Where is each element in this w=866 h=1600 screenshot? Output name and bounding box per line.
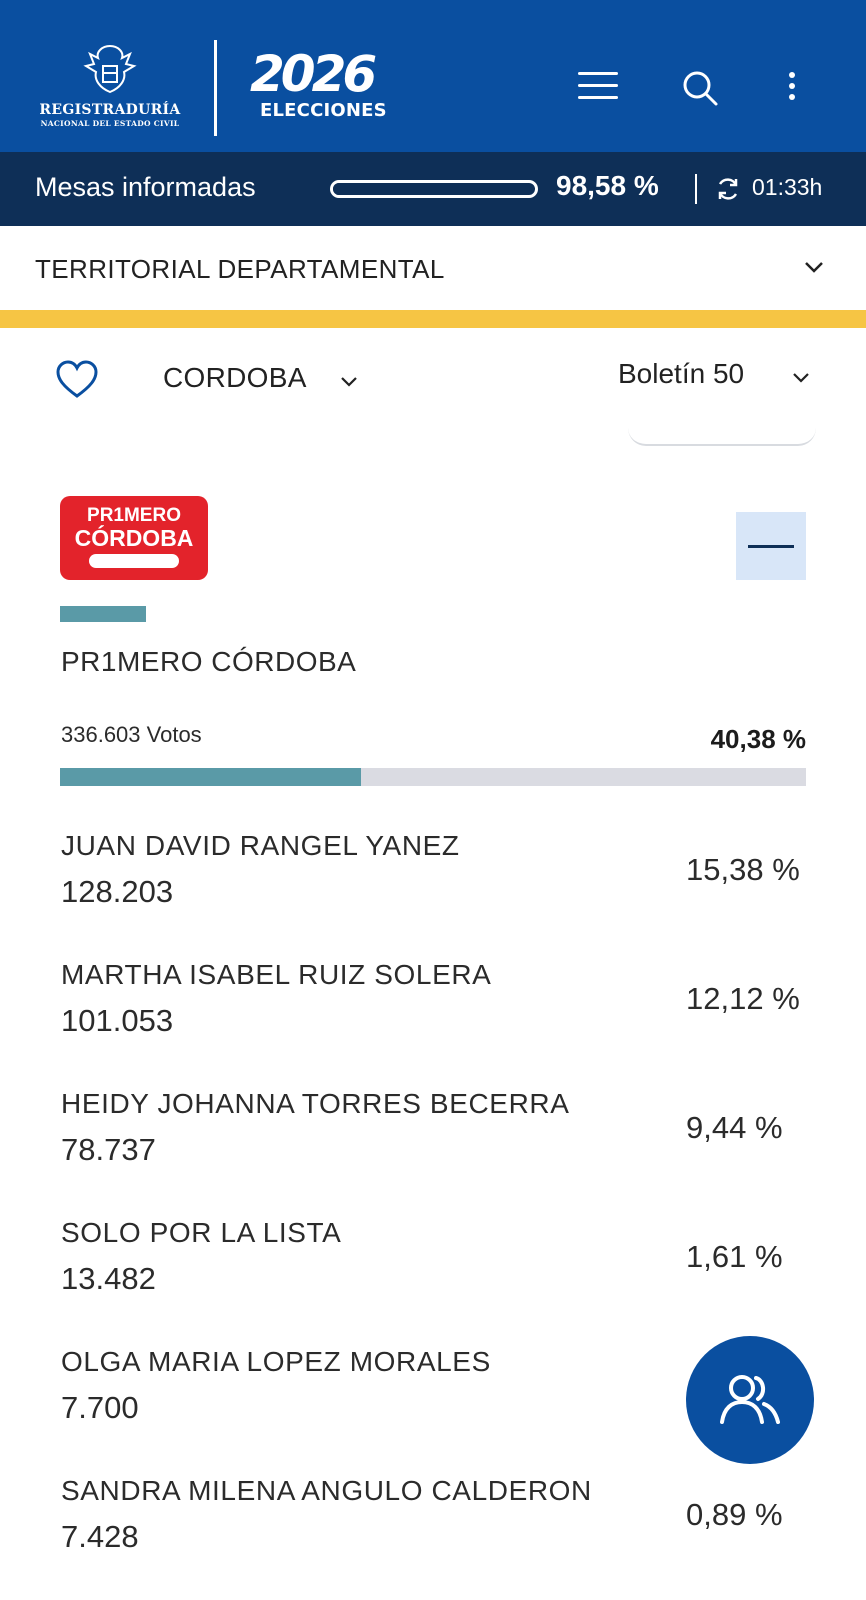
candidate-percent: 9,44 % bbox=[686, 1110, 783, 1145]
candidate-percent: 1,61 % bbox=[686, 1239, 783, 1274]
menu-icon[interactable] bbox=[578, 72, 618, 106]
candidate-row: SOLO POR LA LISTA 13.482 1,61 % bbox=[0, 1217, 866, 1327]
top-header: REGISTRADURÍA NACIONAL DEL ESTADO CIVIL … bbox=[0, 0, 866, 152]
chevron-down-icon bbox=[341, 377, 357, 387]
mesas-percent: 98,58 % bbox=[556, 170, 659, 201]
candidate-votes: 101.053 bbox=[61, 1003, 174, 1038]
election-label: ELECCIONES bbox=[260, 100, 387, 121]
candidates-fab-button[interactable] bbox=[686, 1336, 814, 1464]
mesas-label: Mesas informadas bbox=[35, 172, 256, 202]
refresh-icon[interactable] bbox=[715, 176, 741, 202]
mesas-progress-bar: Mesas informadas 98,58 % 01:33h bbox=[0, 152, 866, 226]
registry-subtitle: NACIONAL DEL ESTADO CIVIL bbox=[40, 119, 180, 128]
department-select[interactable]: CORDOBA bbox=[163, 362, 307, 394]
candidate-votes: 7.428 bbox=[61, 1519, 139, 1554]
candidate-name: OLGA MARIA LOPEZ MORALES bbox=[61, 1346, 491, 1377]
candidate-name: SANDRA MILENA ANGULO CALDERON bbox=[61, 1475, 592, 1506]
favorite-heart-icon[interactable] bbox=[55, 360, 99, 400]
party-logo-badges bbox=[89, 554, 179, 568]
candidate-votes: 7.700 bbox=[61, 1390, 139, 1425]
mesas-progress-fill bbox=[333, 183, 533, 195]
candidate-votes: 128.203 bbox=[61, 874, 174, 909]
mesas-separator bbox=[695, 174, 697, 204]
candidate-row: SANDRA MILENA ANGULO CALDERON 7.428 0,89… bbox=[0, 1475, 866, 1585]
candidate-name: HEIDY JOHANNA TORRES BECERRA bbox=[61, 1088, 570, 1119]
candidate-row: HEIDY JOHANNA TORRES BECERRA 78.737 9,44… bbox=[0, 1088, 866, 1198]
candidate-name: MARTHA ISABEL RUIZ SOLERA bbox=[61, 959, 492, 990]
candidate-votes: 13.482 bbox=[61, 1261, 156, 1296]
bulletin-select-underline bbox=[628, 428, 816, 446]
party-name: PR1MERO CÓRDOBA bbox=[61, 646, 357, 677]
candidate-percent: 15,38 % bbox=[686, 852, 800, 887]
party-logo-bottom: CÓRDOBA bbox=[74, 525, 194, 551]
registry-name: REGISTRADURÍA bbox=[39, 102, 181, 118]
chevron-down-icon bbox=[805, 262, 823, 273]
mesas-progress-track bbox=[330, 180, 538, 198]
elections-logo[interactable]: 2026 ELECCIONES bbox=[250, 48, 430, 128]
users-icon bbox=[720, 1375, 780, 1424]
party-logo: PR1MERO CÓRDOBA bbox=[60, 496, 208, 580]
last-update-time: 01:33h bbox=[752, 174, 823, 200]
bulletin-select[interactable]: Boletín 50 bbox=[618, 358, 744, 390]
chevron-down-icon bbox=[793, 373, 809, 383]
candidate-percent: 12,12 % bbox=[686, 981, 800, 1016]
candidate-row: MARTHA ISABEL RUIZ SOLERA 101.053 12,12 … bbox=[0, 959, 866, 1069]
more-vertical-icon[interactable] bbox=[786, 72, 798, 108]
candidate-votes: 78.737 bbox=[61, 1132, 156, 1167]
search-icon[interactable] bbox=[680, 68, 720, 108]
accent-rule bbox=[0, 310, 866, 328]
territorial-label: TERRITORIAL DEPARTAMENTAL bbox=[35, 254, 445, 284]
header-divider bbox=[214, 40, 217, 136]
candidate-percent: 0,89 % bbox=[686, 1497, 783, 1532]
party-color-swatch bbox=[60, 606, 146, 622]
coat-of-arms-icon bbox=[83, 44, 137, 94]
territorial-dropdown[interactable]: TERRITORIAL DEPARTAMENTAL bbox=[0, 226, 866, 310]
party-progress-fill bbox=[60, 768, 362, 786]
election-year: 2026 bbox=[250, 45, 377, 103]
party-progress-track bbox=[60, 768, 806, 786]
party-percent: 40,38 % bbox=[710, 724, 806, 754]
candidate-row: JUAN DAVID RANGEL YANEZ 128.203 15,38 % bbox=[0, 830, 866, 940]
candidate-name: JUAN DAVID RANGEL YANEZ bbox=[61, 830, 460, 861]
collapse-button[interactable] bbox=[736, 512, 806, 580]
candidate-name: SOLO POR LA LISTA bbox=[61, 1217, 342, 1248]
minus-icon bbox=[748, 545, 794, 548]
party-logo-top: PR1MERO bbox=[87, 505, 181, 526]
party-votes: 336.603 Votos bbox=[61, 722, 202, 747]
registraduria-logo[interactable]: REGISTRADURÍA NACIONAL DEL ESTADO CIVIL bbox=[30, 42, 190, 142]
